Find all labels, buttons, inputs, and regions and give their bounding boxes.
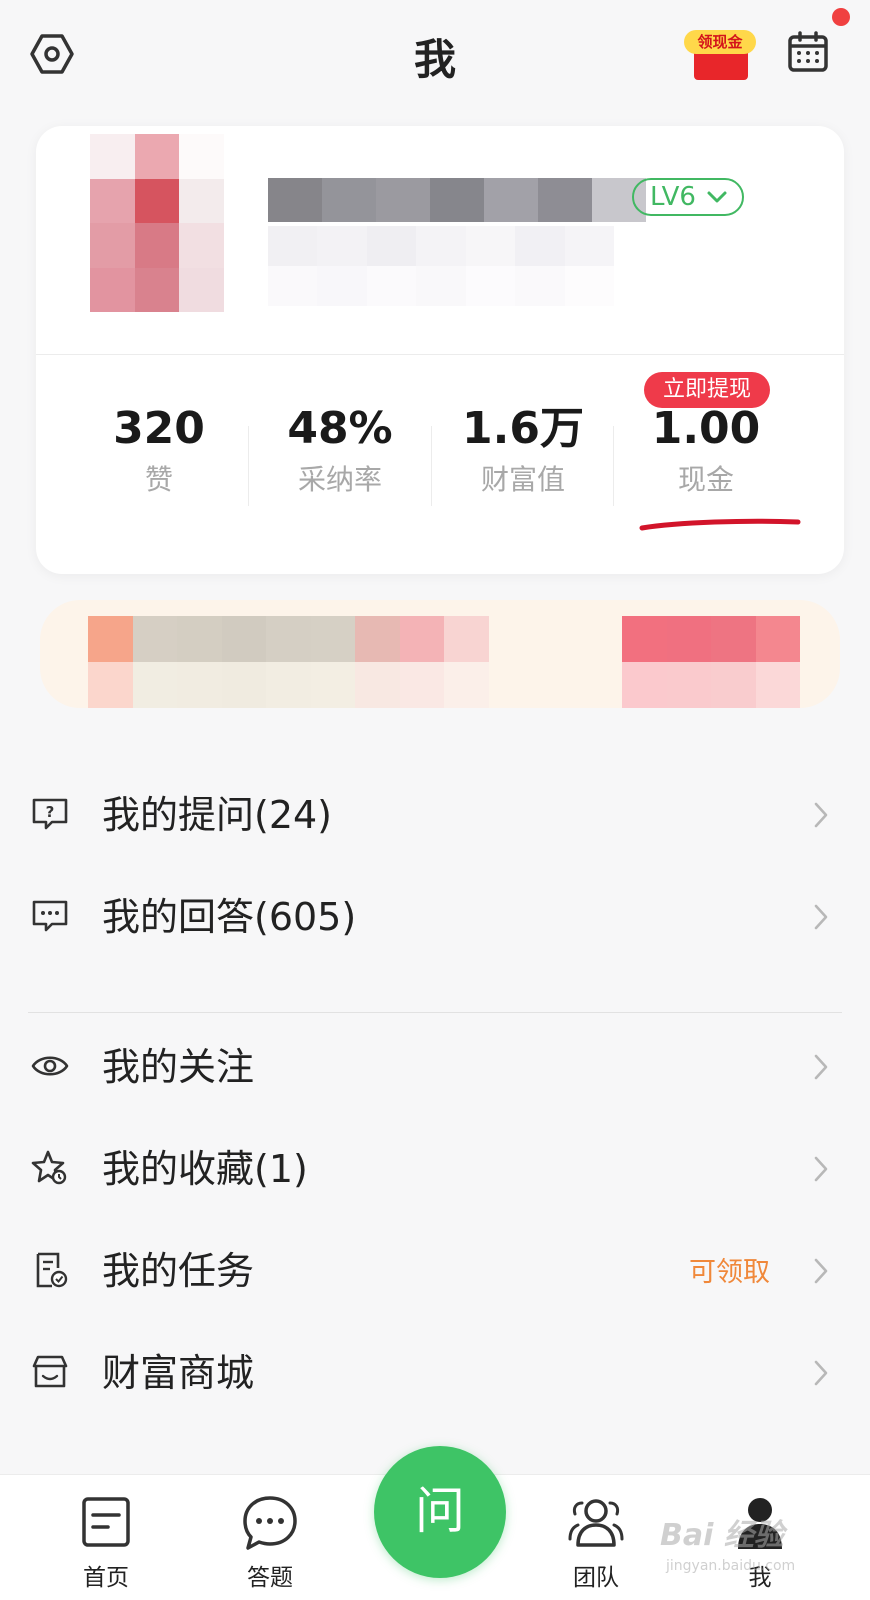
menu-item-my-answers[interactable]: 我的回答(605) xyxy=(0,872,870,964)
avatar[interactable] xyxy=(90,134,224,312)
chevron-right-icon xyxy=(814,904,828,930)
stat-label: 财富值 xyxy=(480,463,565,496)
tab-answer[interactable]: 答题 xyxy=(210,1493,330,1597)
tab-label: 团队 xyxy=(573,1565,619,1591)
level-label: LV6 xyxy=(650,182,696,212)
menu-label: 我的收藏(1) xyxy=(102,1147,308,1191)
menu-item-my-questions[interactable]: ? 我的提问(24) xyxy=(0,770,870,862)
tab-team[interactable]: 团队 xyxy=(536,1493,656,1597)
menu-label: 我的提问(24) xyxy=(102,793,333,837)
settings-icon[interactable] xyxy=(28,30,76,78)
chevron-down-icon xyxy=(707,191,727,203)
menu-divider xyxy=(28,1012,842,1013)
stat-likes[interactable]: 320 赞 xyxy=(66,404,252,498)
stat-cash[interactable]: 1.00 现金 xyxy=(613,404,799,498)
menu-item-my-tasks[interactable]: 我的任务 可领取 xyxy=(0,1226,870,1318)
tab-label: 答题 xyxy=(247,1565,293,1591)
home-icon xyxy=(82,1497,130,1547)
profile-card: LV6 320 赞 48% 采纳率 1.6万 财富值 立即提现 1.00 现金 xyxy=(36,126,844,574)
answer-icon xyxy=(243,1496,297,1550)
redpacket-label: 领现金 xyxy=(684,30,756,54)
chevron-right-icon xyxy=(814,1258,828,1284)
svg-text:?: ? xyxy=(46,803,55,821)
chat-icon xyxy=(32,900,68,932)
chevron-right-icon xyxy=(814,1360,828,1386)
stat-label: 采纳率 xyxy=(297,463,382,496)
stat-adoption-rate[interactable]: 48% 采纳率 xyxy=(247,404,433,498)
stat-value: 320 xyxy=(113,403,205,454)
stat-value: 48% xyxy=(287,403,393,454)
ask-question-button[interactable]: 问 xyxy=(374,1446,506,1578)
chevron-right-icon xyxy=(814,1156,828,1182)
stat-value: 1.00 xyxy=(651,403,761,454)
redpacket-button[interactable]: 领现金 xyxy=(684,26,756,82)
ask-label: 问 xyxy=(415,1482,465,1540)
baidu-watermark-url: jingyan.baidu.com xyxy=(666,1558,796,1574)
question-icon: ? xyxy=(32,798,68,830)
menu-item-wealth-mall[interactable]: 财富商城 xyxy=(0,1328,870,1420)
stat-label: 赞 xyxy=(144,463,173,496)
menu-label: 财富商城 xyxy=(102,1351,255,1395)
card-divider xyxy=(36,354,844,355)
tab-home[interactable]: 首页 xyxy=(46,1493,166,1597)
menu-label: 我的任务 xyxy=(102,1249,255,1293)
claimable-tag: 可领取 xyxy=(689,1257,770,1288)
menu-item-my-follows[interactable]: 我的关注 xyxy=(0,1022,870,1114)
eye-icon xyxy=(31,1056,69,1076)
red-marker-underline xyxy=(639,518,801,531)
stat-value: 1.6万 xyxy=(462,403,584,454)
menu-label: 我的关注 xyxy=(102,1045,255,1089)
shop-icon xyxy=(32,1355,68,1388)
star-icon xyxy=(31,1150,67,1185)
tab-label: 首页 xyxy=(83,1565,129,1591)
baidu-watermark: Bai 经验 xyxy=(660,1518,784,1553)
promo-banner-redacted[interactable] xyxy=(40,600,840,708)
stat-label: 现金 xyxy=(677,463,734,496)
team-icon xyxy=(568,1499,624,1547)
banner-mosaic xyxy=(88,616,800,708)
chevron-right-icon xyxy=(814,802,828,828)
menu-item-my-favorites[interactable]: 我的收藏(1) xyxy=(0,1124,870,1216)
notification-dot xyxy=(832,8,850,26)
level-badge[interactable]: LV6 xyxy=(632,178,744,216)
stat-wealth[interactable]: 1.6万 财富值 xyxy=(430,404,616,498)
username-redacted xyxy=(268,178,646,222)
calendar-icon[interactable] xyxy=(786,30,830,74)
signature-redacted xyxy=(268,226,614,306)
menu-label: 我的回答(605) xyxy=(102,895,357,939)
header: 我 领现金 xyxy=(0,0,870,110)
task-icon xyxy=(36,1252,68,1288)
chevron-right-icon xyxy=(814,1054,828,1080)
